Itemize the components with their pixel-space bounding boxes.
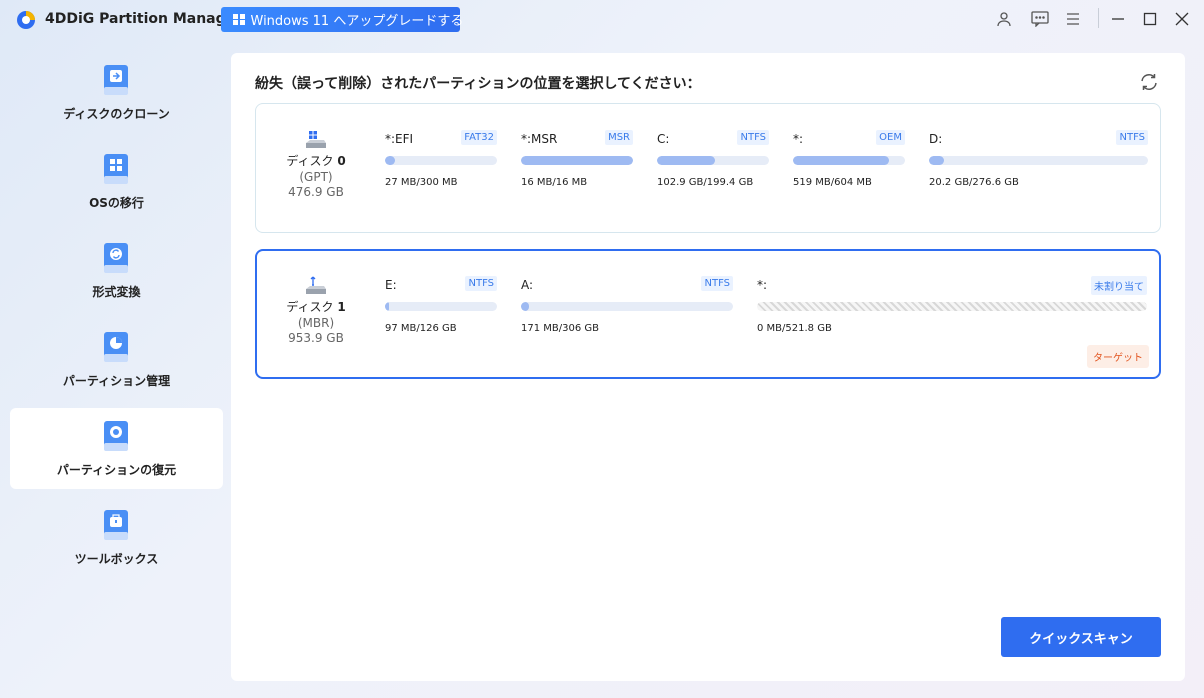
partition-label: *:EFI bbox=[385, 132, 414, 146]
partition-usage: 519 MB/604 MB bbox=[793, 177, 872, 188]
usage-bar bbox=[521, 156, 633, 165]
account-icon[interactable] bbox=[993, 8, 1015, 30]
disk-type: (MBR) bbox=[297, 316, 335, 330]
disk-number: 1 bbox=[337, 300, 346, 314]
sidebar-item-label: パーティション管理 bbox=[62, 374, 171, 388]
filesystem-badge: OEM bbox=[876, 130, 905, 145]
hard-drive-icon bbox=[306, 131, 326, 148]
minimize-icon[interactable] bbox=[1107, 8, 1129, 30]
partition-c[interactable]: C: NTFS 102.9 GB/199.4 GB bbox=[657, 130, 769, 190]
disk-name: ディスク bbox=[286, 154, 334, 168]
partition-usage: 27 MB/300 MB bbox=[385, 177, 458, 188]
partition-efi[interactable]: *:EFI FAT32 27 MB/300 MB bbox=[385, 130, 497, 190]
partition-label: *:MSR bbox=[521, 132, 558, 146]
usage-bar bbox=[521, 302, 733, 311]
partition-d[interactable]: D: NTFS 20.2 GB/276.6 GB bbox=[929, 130, 1148, 190]
usage-fill bbox=[521, 156, 633, 165]
sidebar-item-label: ツールボックス bbox=[74, 552, 159, 566]
usage-fill bbox=[929, 156, 945, 165]
disk-size: 953.9 GB bbox=[288, 331, 344, 345]
partition-label: *: bbox=[757, 278, 768, 292]
usage-bar bbox=[385, 156, 497, 165]
toolbox-icon bbox=[104, 510, 128, 540]
partition-unallocated[interactable]: *: 未割り当て 0 MB/521.8 GB bbox=[757, 276, 1147, 336]
sidebar: ディスクのクローン OSの移行 形式変換 パーティション管理 パーティションの復… bbox=[0, 52, 230, 672]
partition-usage: 20.2 GB/276.6 GB bbox=[929, 177, 1019, 188]
sidebar-item-label: ディスクのクローン bbox=[63, 107, 170, 121]
partition-label: C: bbox=[657, 132, 670, 146]
sidebar-item-label: OSの移行 bbox=[89, 196, 144, 210]
disk-info: ディスク 0 (GPT) 476.9 GB bbox=[276, 130, 356, 199]
sidebar-item-os-migration[interactable]: OSの移行 bbox=[10, 141, 223, 222]
sidebar-item-toolbox[interactable]: ツールボックス bbox=[10, 497, 223, 578]
os-migration-icon bbox=[104, 154, 128, 184]
partition-label: *: bbox=[793, 132, 804, 146]
filesystem-badge: FAT32 bbox=[461, 130, 497, 145]
partition-usage: 171 MB/306 GB bbox=[521, 323, 599, 334]
partition-label: D: bbox=[929, 132, 943, 146]
filesystem-badge: NTFS bbox=[701, 276, 733, 291]
partition-usage: 97 MB/126 GB bbox=[385, 323, 457, 334]
usage-fill bbox=[521, 302, 530, 311]
sidebar-item-partition-recovery[interactable]: パーティションの復元 bbox=[10, 408, 223, 489]
usb-drive-icon bbox=[306, 276, 326, 294]
partition-manage-icon bbox=[104, 332, 128, 362]
unallocated-bar bbox=[757, 302, 1147, 311]
usage-fill bbox=[385, 302, 390, 311]
feedback-icon[interactable] bbox=[1029, 8, 1051, 30]
sidebar-item-format-convert[interactable]: 形式変換 bbox=[10, 230, 223, 311]
partition-e[interactable]: E: NTFS 97 MB/126 GB bbox=[385, 276, 497, 336]
partition-a[interactable]: A: NTFS 171 MB/306 GB bbox=[521, 276, 733, 336]
target-badge: ターゲット bbox=[1087, 345, 1149, 368]
titlebar-divider bbox=[1098, 8, 1099, 28]
sidebar-item-label: パーティションの復元 bbox=[56, 463, 177, 477]
partition-usage: 0 MB/521.8 GB bbox=[757, 323, 832, 334]
sidebar-item-partition-manage[interactable]: パーティション管理 bbox=[10, 319, 223, 400]
partition-msr[interactable]: *:MSR MSR 16 MB/16 MB bbox=[521, 130, 633, 190]
disk-clone-icon bbox=[104, 65, 128, 95]
partition-label: E: bbox=[385, 278, 397, 292]
filesystem-badge: 未割り当て bbox=[1091, 276, 1147, 295]
usage-fill bbox=[385, 156, 396, 165]
usage-bar bbox=[793, 156, 905, 165]
usage-bar bbox=[657, 156, 769, 165]
disk-number: 0 bbox=[337, 154, 346, 168]
disk-card-0[interactable]: ディスク 0 (GPT) 476.9 GB *:EFI FAT32 27 MB/… bbox=[255, 103, 1161, 233]
partition-oem[interactable]: *: OEM 519 MB/604 MB bbox=[793, 130, 905, 190]
partition-usage: 102.9 GB/199.4 GB bbox=[657, 177, 754, 188]
menu-icon[interactable] bbox=[1062, 8, 1084, 30]
filesystem-badge: NTFS bbox=[465, 276, 497, 291]
disk-info: ディスク 1 (MBR) 953.9 GB bbox=[276, 276, 356, 345]
maximize-icon[interactable] bbox=[1139, 8, 1161, 30]
sidebar-item-label: 形式変換 bbox=[92, 285, 141, 299]
page-title: 紛失（誤って削除）されたパーティションの位置を選択してください： bbox=[255, 76, 701, 92]
format-convert-icon bbox=[104, 243, 128, 273]
disk-name: ディスク bbox=[286, 300, 334, 314]
sidebar-item-disk-clone[interactable]: ディスクのクローン bbox=[10, 52, 223, 133]
quick-scan-button[interactable]: クイックスキャン bbox=[1001, 617, 1161, 657]
title-bar: 4DDiG Partition Manager Windows 11 へアップグ… bbox=[0, 0, 1204, 40]
disk-card-1[interactable]: ディスク 1 (MBR) 953.9 GB E: NTFS 97 MB/126 … bbox=[255, 249, 1161, 379]
refresh-icon[interactable] bbox=[1138, 71, 1160, 93]
app-logo-icon bbox=[17, 11, 35, 29]
windows-logo-icon bbox=[233, 13, 245, 26]
filesystem-badge: NTFS bbox=[737, 130, 769, 145]
disk-type: (GPT) bbox=[299, 170, 333, 184]
usage-fill bbox=[793, 156, 890, 165]
filesystem-badge: MSR bbox=[605, 130, 633, 145]
usage-bar bbox=[929, 156, 1148, 165]
app-title: 4DDiG Partition Manager bbox=[45, 11, 243, 27]
upgrade-windows11-button[interactable]: Windows 11 へアップグレードする bbox=[221, 7, 463, 32]
upgrade-label: Windows 11 へアップグレードする bbox=[250, 14, 464, 29]
partition-recovery-icon bbox=[104, 421, 128, 451]
disk-size: 476.9 GB bbox=[288, 185, 344, 199]
partition-label: A: bbox=[521, 278, 534, 292]
close-icon[interactable] bbox=[1171, 8, 1193, 30]
usage-bar bbox=[385, 302, 497, 311]
main-panel: 紛失（誤って削除）されたパーティションの位置を選択してください： ディスク 0 … bbox=[231, 53, 1185, 681]
partition-usage: 16 MB/16 MB bbox=[521, 177, 588, 188]
usage-fill bbox=[657, 156, 716, 165]
filesystem-badge: NTFS bbox=[1116, 130, 1148, 145]
